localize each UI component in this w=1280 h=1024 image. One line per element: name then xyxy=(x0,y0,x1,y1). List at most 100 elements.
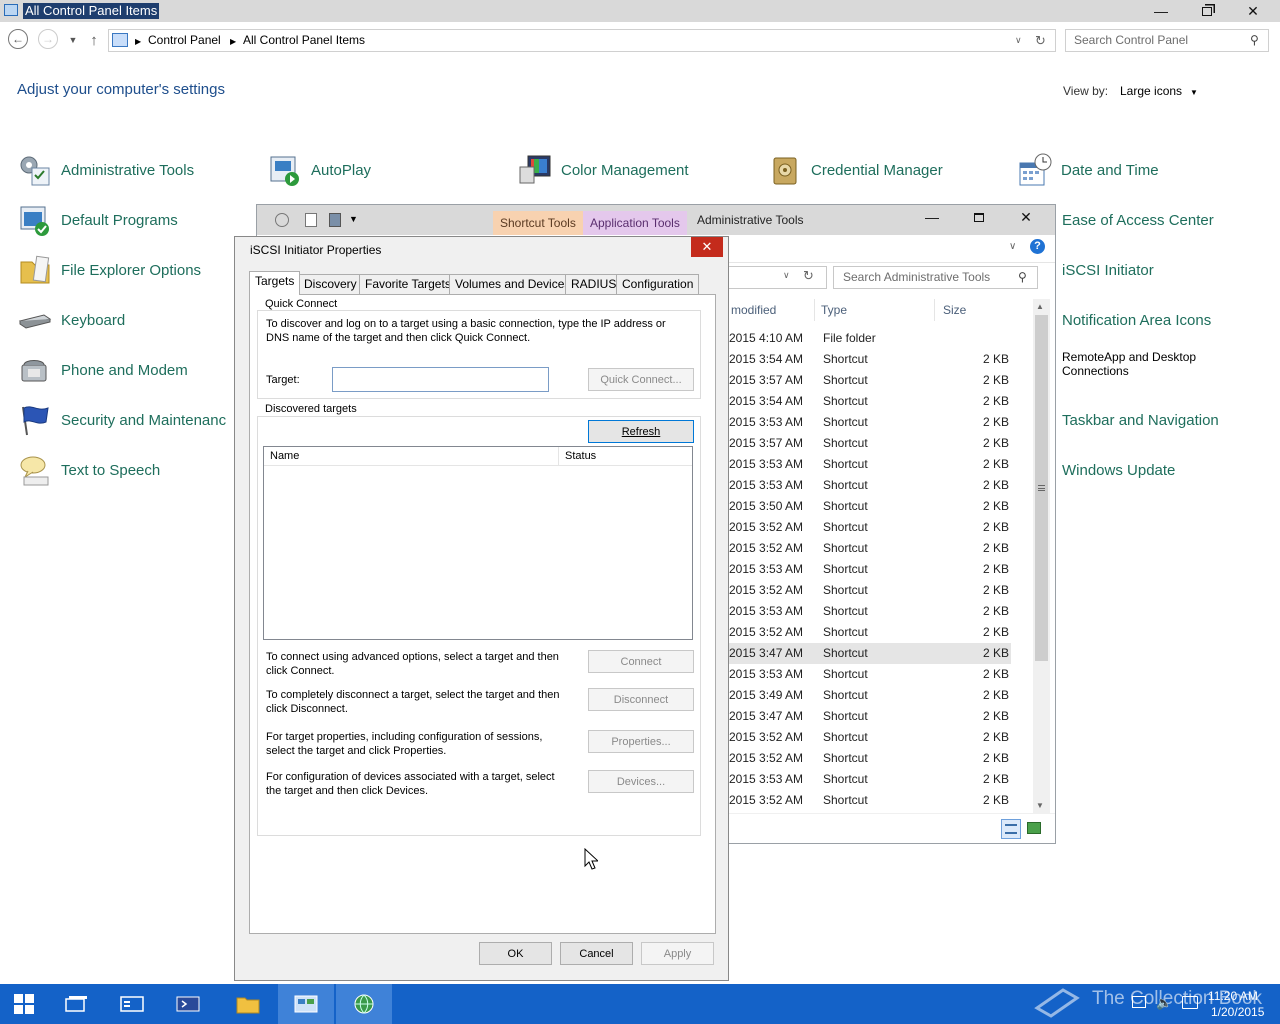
cp-item-administrative-tools[interactable]: Administrative Tools xyxy=(18,153,194,187)
admin-minimize-button[interactable]: — xyxy=(909,205,955,229)
file-row[interactable]: 2015 3:50 AM Shortcut 2 KB xyxy=(729,496,1011,517)
close-button[interactable]: ✕ xyxy=(1230,0,1276,22)
file-row[interactable]: 2015 3:52 AM Shortcut 2 KB xyxy=(729,727,1011,748)
cp-item-file-explorer-options[interactable]: File Explorer Options xyxy=(18,253,201,287)
address-dropdown-icon[interactable]: ∨ xyxy=(783,270,790,281)
tab-favorite-targets[interactable]: Favorite Targets xyxy=(359,274,457,294)
cp-item-default-programs[interactable]: Default Programs xyxy=(18,203,178,237)
control-panel-taskbar-button[interactable] xyxy=(278,984,334,1024)
address-dropdown-icon[interactable]: ∨ xyxy=(1015,30,1022,51)
cp-item-phone-and-modem[interactable]: Phone and Modem xyxy=(18,353,188,387)
admin-address-bar[interactable]: ∨ ↻ xyxy=(727,266,827,289)
cp-item-credential-manager[interactable]: Credential Manager xyxy=(768,153,943,187)
file-row[interactable]: 2015 3:53 AM Shortcut 2 KB xyxy=(729,454,1011,475)
cp-item-security-and-maintenance[interactable]: Security and Maintenanc xyxy=(18,403,226,437)
powershell-button[interactable] xyxy=(160,984,216,1024)
quick-access-new-icon[interactable] xyxy=(305,213,317,227)
server-manager-button[interactable] xyxy=(104,984,160,1024)
refresh-icon[interactable]: ↻ xyxy=(803,268,814,284)
file-row[interactable]: 2015 3:53 AM Shortcut 2 KB xyxy=(729,601,1011,622)
search-icon[interactable]: ⚲ xyxy=(1018,270,1027,284)
cp-item-autoplay[interactable]: AutoPlay xyxy=(268,153,371,187)
task-view-button[interactable] xyxy=(48,984,104,1024)
scroll-down-icon[interactable]: ▼ xyxy=(1036,801,1044,810)
connect-button[interactable]: Connect xyxy=(588,650,694,673)
restore-button[interactable] xyxy=(1184,0,1230,22)
file-row[interactable]: 2015 3:53 AM Shortcut 2 KB xyxy=(729,412,1011,433)
clock-date[interactable]: 1/20/2015 xyxy=(1211,1005,1264,1019)
file-row[interactable]: 2015 3:53 AM Shortcut 2 KB xyxy=(729,664,1011,685)
customize-qat-icon[interactable]: ▼ xyxy=(349,214,358,224)
target-input[interactable] xyxy=(332,367,549,392)
discovered-targets-list[interactable]: Name Status xyxy=(263,446,693,640)
cp-item-remoteapp[interactable]: RemoteApp and Desktop Connections xyxy=(1062,350,1196,378)
search-icon[interactable]: ⚲ xyxy=(1250,33,1259,47)
file-row[interactable]: 2015 4:10 AM File folder xyxy=(729,328,1011,349)
file-row[interactable]: 2015 3:52 AM Shortcut 2 KB xyxy=(729,790,1011,811)
forward-button[interactable]: → xyxy=(38,29,58,49)
cp-item-color-management[interactable]: Color Management xyxy=(518,153,689,187)
file-row[interactable]: 2015 3:52 AM Shortcut 2 KB xyxy=(729,580,1011,601)
file-row[interactable]: 2015 3:57 AM Shortcut 2 KB xyxy=(729,433,1011,454)
search-box[interactable]: Search Control Panel ⚲ xyxy=(1065,29,1269,52)
large-icons-view-icon[interactable] xyxy=(1027,822,1041,834)
file-row[interactable]: 2015 3:52 AM Shortcut 2 KB xyxy=(729,517,1011,538)
up-button[interactable]: ↑ xyxy=(83,29,105,51)
network-tray-icon[interactable] xyxy=(1132,996,1146,1008)
address-bar[interactable]: ▶ Control Panel ▶ All Control Panel Item… xyxy=(108,29,1056,52)
file-explorer-button[interactable] xyxy=(220,984,276,1024)
admin-scroll-thumb[interactable] xyxy=(1035,315,1048,661)
cancel-button[interactable]: Cancel xyxy=(560,942,633,965)
file-row[interactable]: 2015 3:52 AM Shortcut 2 KB xyxy=(729,622,1011,643)
breadcrumb-control-panel[interactable]: Control Panel xyxy=(148,30,221,51)
file-row[interactable]: 2015 3:52 AM Shortcut 2 KB xyxy=(729,748,1011,769)
tab-radius[interactable]: RADIUS xyxy=(565,274,623,294)
column-size[interactable]: Size xyxy=(939,299,1017,321)
disconnect-button[interactable]: Disconnect xyxy=(588,688,694,711)
column-status[interactable]: Status xyxy=(559,447,692,466)
quick-access-rename-icon[interactable] xyxy=(329,213,341,227)
admin-maximize-button[interactable] xyxy=(956,205,1002,229)
tab-targets[interactable]: Targets xyxy=(249,271,301,295)
properties-button[interactable]: Properties... xyxy=(588,730,694,753)
column-name[interactable]: Name xyxy=(264,447,559,466)
devices-button[interactable]: Devices... xyxy=(588,770,694,793)
file-row[interactable]: 2015 3:47 AM Shortcut 2 KB xyxy=(729,706,1011,727)
tab-discovery[interactable]: Discovery xyxy=(298,274,363,294)
cp-item-notification-area-icons[interactable]: Notification Area Icons xyxy=(1062,303,1211,337)
cp-item-keyboard[interactable]: Keyboard xyxy=(18,303,125,337)
clock-time[interactable]: 11:20 AM xyxy=(1208,989,1258,1003)
file-row[interactable]: 2015 3:53 AM Shortcut 2 KB xyxy=(729,475,1011,496)
scroll-up-icon[interactable]: ▲ xyxy=(1036,302,1044,311)
cp-item-taskbar-and-navigation[interactable]: Taskbar and Navigation xyxy=(1062,403,1219,437)
column-date-modified[interactable]: modified xyxy=(727,299,815,321)
view-by-dropdown[interactable]: Large icons ▼ xyxy=(1120,84,1198,98)
file-row[interactable]: 2015 3:49 AM Shortcut 2 KB xyxy=(729,685,1011,706)
ribbon-tab-shortcut-tools[interactable]: Shortcut Tools xyxy=(493,211,583,235)
back-button[interactable]: ← xyxy=(8,29,28,49)
file-row[interactable]: 2015 3:47 AM Shortcut 2 KB xyxy=(729,643,1011,664)
admin-close-button[interactable]: ✕ xyxy=(1003,205,1049,229)
cp-item-ease-of-access[interactable]: Ease of Access Center xyxy=(1062,203,1214,237)
tab-configuration[interactable]: Configuration xyxy=(616,274,700,294)
file-row[interactable]: 2015 3:57 AM Shortcut 2 KB xyxy=(729,370,1011,391)
breadcrumb-all-items[interactable]: All Control Panel Items xyxy=(243,30,365,51)
quick-connect-button[interactable]: Quick Connect... xyxy=(588,368,694,391)
help-icon[interactable]: ? xyxy=(1030,239,1045,254)
admin-search-box[interactable]: Search Administrative Tools ⚲ xyxy=(833,266,1038,289)
cp-item-text-to-speech[interactable]: Text to Speech xyxy=(18,453,160,487)
details-view-icon[interactable] xyxy=(1001,819,1021,839)
apply-button[interactable]: Apply xyxy=(641,942,714,965)
quick-access-properties-icon[interactable] xyxy=(275,213,289,227)
volume-muted-tray-icon[interactable]: 🔈 xyxy=(1156,995,1172,1011)
minimize-button[interactable]: — xyxy=(1138,0,1184,22)
column-type[interactable]: Type xyxy=(817,299,935,321)
refresh-icon[interactable]: ↻ xyxy=(1035,30,1046,51)
file-row[interactable]: 2015 3:53 AM Shortcut 2 KB xyxy=(729,559,1011,580)
tab-volumes-and-devices[interactable]: Volumes and Devices xyxy=(449,274,577,294)
file-row[interactable]: 2015 3:54 AM Shortcut 2 KB xyxy=(729,391,1011,412)
dialog-close-button[interactable]: ✕ xyxy=(691,237,723,257)
recent-locations-button[interactable]: ▼ xyxy=(62,29,84,51)
ok-button[interactable]: OK xyxy=(479,942,552,965)
ribbon-tab-application-tools[interactable]: Application Tools xyxy=(583,211,687,235)
